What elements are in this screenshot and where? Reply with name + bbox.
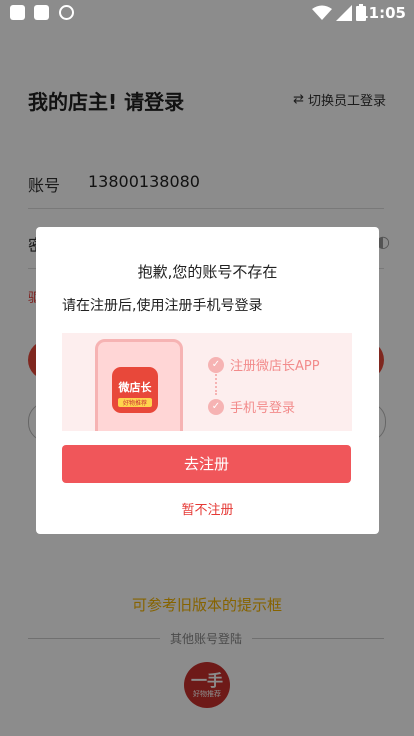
step-phone-login-label: 手机号登录 <box>230 401 296 416</box>
app-icon: 微店长 好物推荐 <box>112 367 158 413</box>
app-icon-name: 微店长 <box>118 381 152 394</box>
step-register-label: 注册微店长APP <box>230 359 320 374</box>
status-time: 11:05 <box>358 4 406 22</box>
dialog-title: 抱歉,您的账号不存在 <box>137 263 278 281</box>
notification-icon-2 <box>34 5 49 20</box>
status-bar: 11:05 <box>0 0 414 26</box>
step-connector <box>215 371 219 395</box>
notification-icon <box>10 5 25 20</box>
step-phone-login: ✓ 手机号登录 <box>208 397 295 416</box>
register-button[interactable]: 去注册 <box>62 445 351 483</box>
signal-icon <box>336 5 352 21</box>
register-illustration: 微店长 好物推荐 ✓ 注册微店长APP ✓ 手机号登录 <box>62 333 352 431</box>
sync-icon <box>59 5 74 20</box>
dialog-subtitle: 请在注册后,使用注册手机号登录 <box>62 298 263 314</box>
step-register: ✓ 注册微店长APP <box>208 355 320 374</box>
wifi-icon <box>312 5 332 20</box>
app-icon-tag: 好物推荐 <box>118 398 152 407</box>
account-not-found-dialog: 抱歉,您的账号不存在 请在注册后,使用注册手机号登录 微店长 好物推荐 ✓ 注册… <box>36 227 379 534</box>
skip-register-link[interactable]: 暂不注册 <box>36 499 379 518</box>
check-icon: ✓ <box>208 398 224 415</box>
